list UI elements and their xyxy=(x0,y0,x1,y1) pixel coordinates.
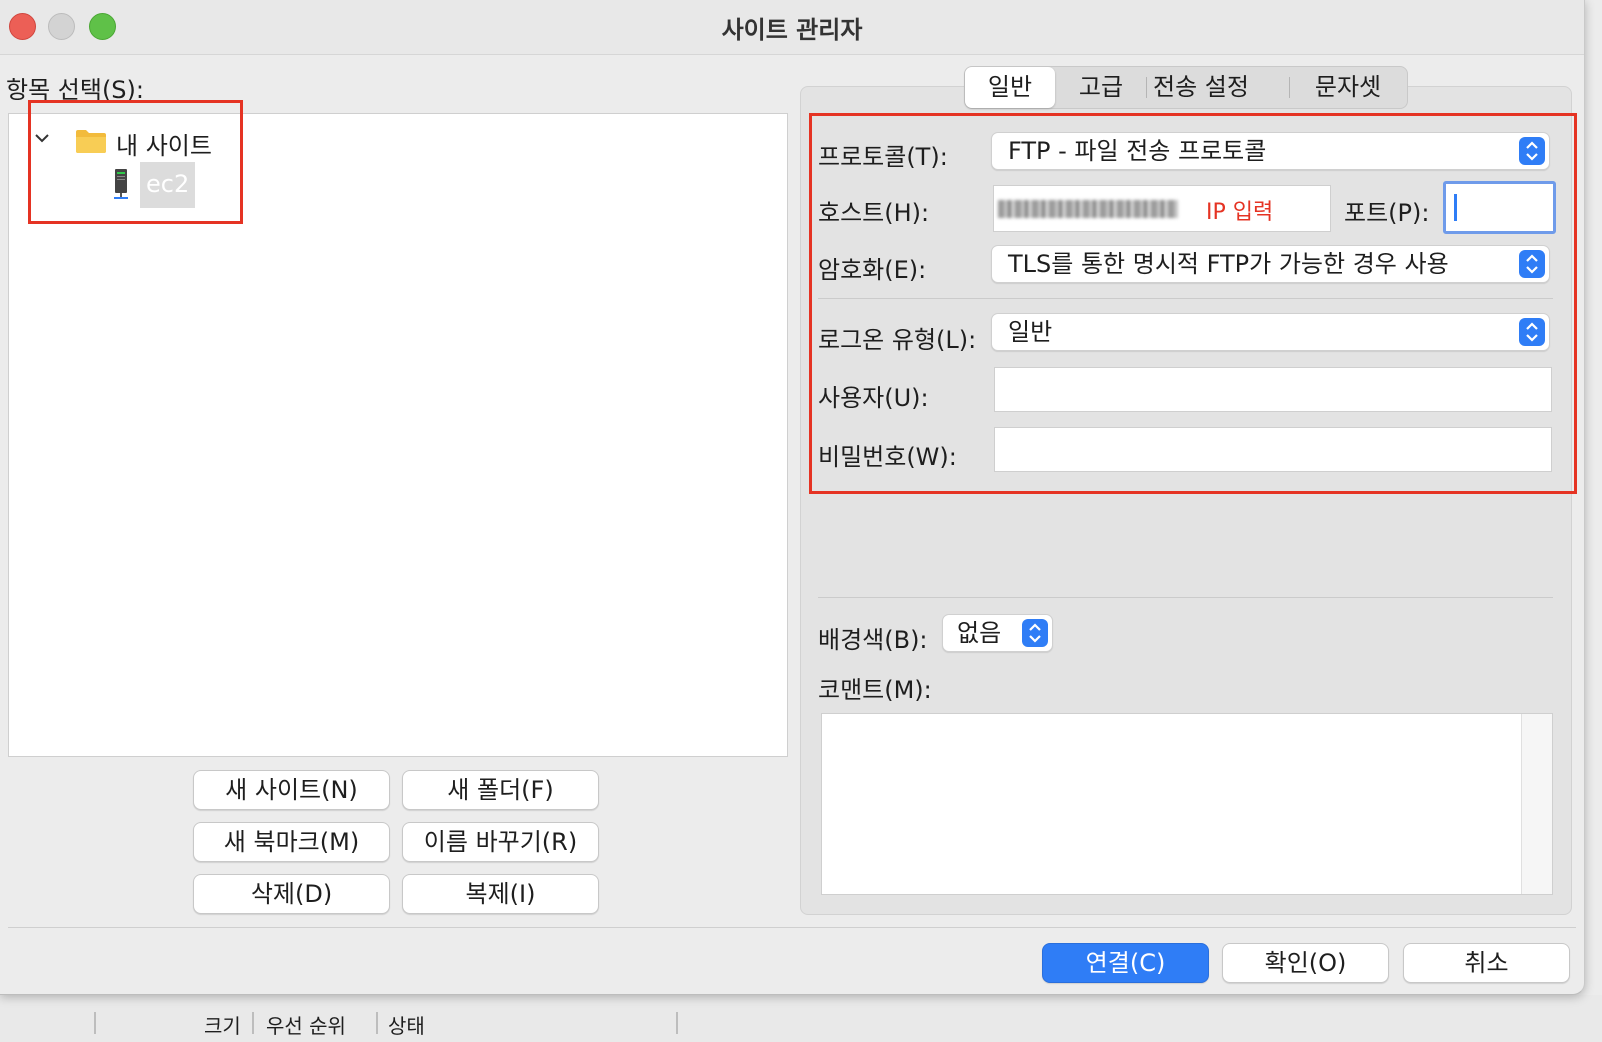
comment-label: 코맨트(M): xyxy=(818,676,932,704)
background-color-label: 배경색(B): xyxy=(818,626,928,654)
new-site-button[interactable]: 새 사이트(N) xyxy=(193,770,390,810)
duplicate-button[interactable]: 복제(I) xyxy=(402,874,599,914)
divider xyxy=(8,927,1576,928)
status-column-state[interactable]: 상태 xyxy=(388,1010,425,1039)
status-column-size[interactable]: 크기 xyxy=(204,1010,241,1039)
new-folder-button[interactable]: 새 폴더(F) xyxy=(402,770,599,810)
cancel-button[interactable]: 취소 xyxy=(1403,943,1570,983)
ok-button[interactable]: 확인(O) xyxy=(1222,943,1389,983)
tab-charset[interactable]: 문자셋 xyxy=(1290,67,1406,108)
connect-button[interactable]: 연결(C) xyxy=(1042,943,1209,983)
tab-advanced[interactable]: 고급 xyxy=(1057,67,1145,108)
delete-button[interactable]: 삭제(D) xyxy=(193,874,390,914)
status-separator xyxy=(94,1012,96,1034)
comment-scrollbar[interactable] xyxy=(1521,714,1552,894)
annotation-highlight-tree xyxy=(28,100,243,224)
tab-transfer-settings[interactable]: 전송 설정 xyxy=(1147,67,1255,108)
new-bookmark-button[interactable]: 새 북마크(M) xyxy=(193,822,390,862)
background-color-select[interactable]: 없음 xyxy=(942,614,1053,652)
rename-button[interactable]: 이름 바꾸기(R) xyxy=(402,822,599,862)
status-separator xyxy=(376,1012,378,1034)
background-color-select-value: 없음 xyxy=(957,619,1002,647)
site-manager-window: 사이트 관리자 항목 선택(S): 내 사이트 ec2 새 사이트(N) 새 폴… xyxy=(0,0,1585,995)
tab-bar: 일반 고급 전송 설정 문자셋 xyxy=(964,66,1408,109)
comment-textarea[interactable] xyxy=(821,713,1553,895)
status-separator xyxy=(676,1012,678,1034)
status-column-priority[interactable]: 우선 순위 xyxy=(266,1010,346,1039)
divider xyxy=(818,597,1553,598)
annotation-highlight-connection-settings xyxy=(809,113,1577,494)
select-stepper-icon xyxy=(1022,619,1048,647)
window-title: 사이트 관리자 xyxy=(721,16,863,44)
tab-general[interactable]: 일반 xyxy=(965,67,1055,108)
status-separator xyxy=(252,1012,254,1034)
